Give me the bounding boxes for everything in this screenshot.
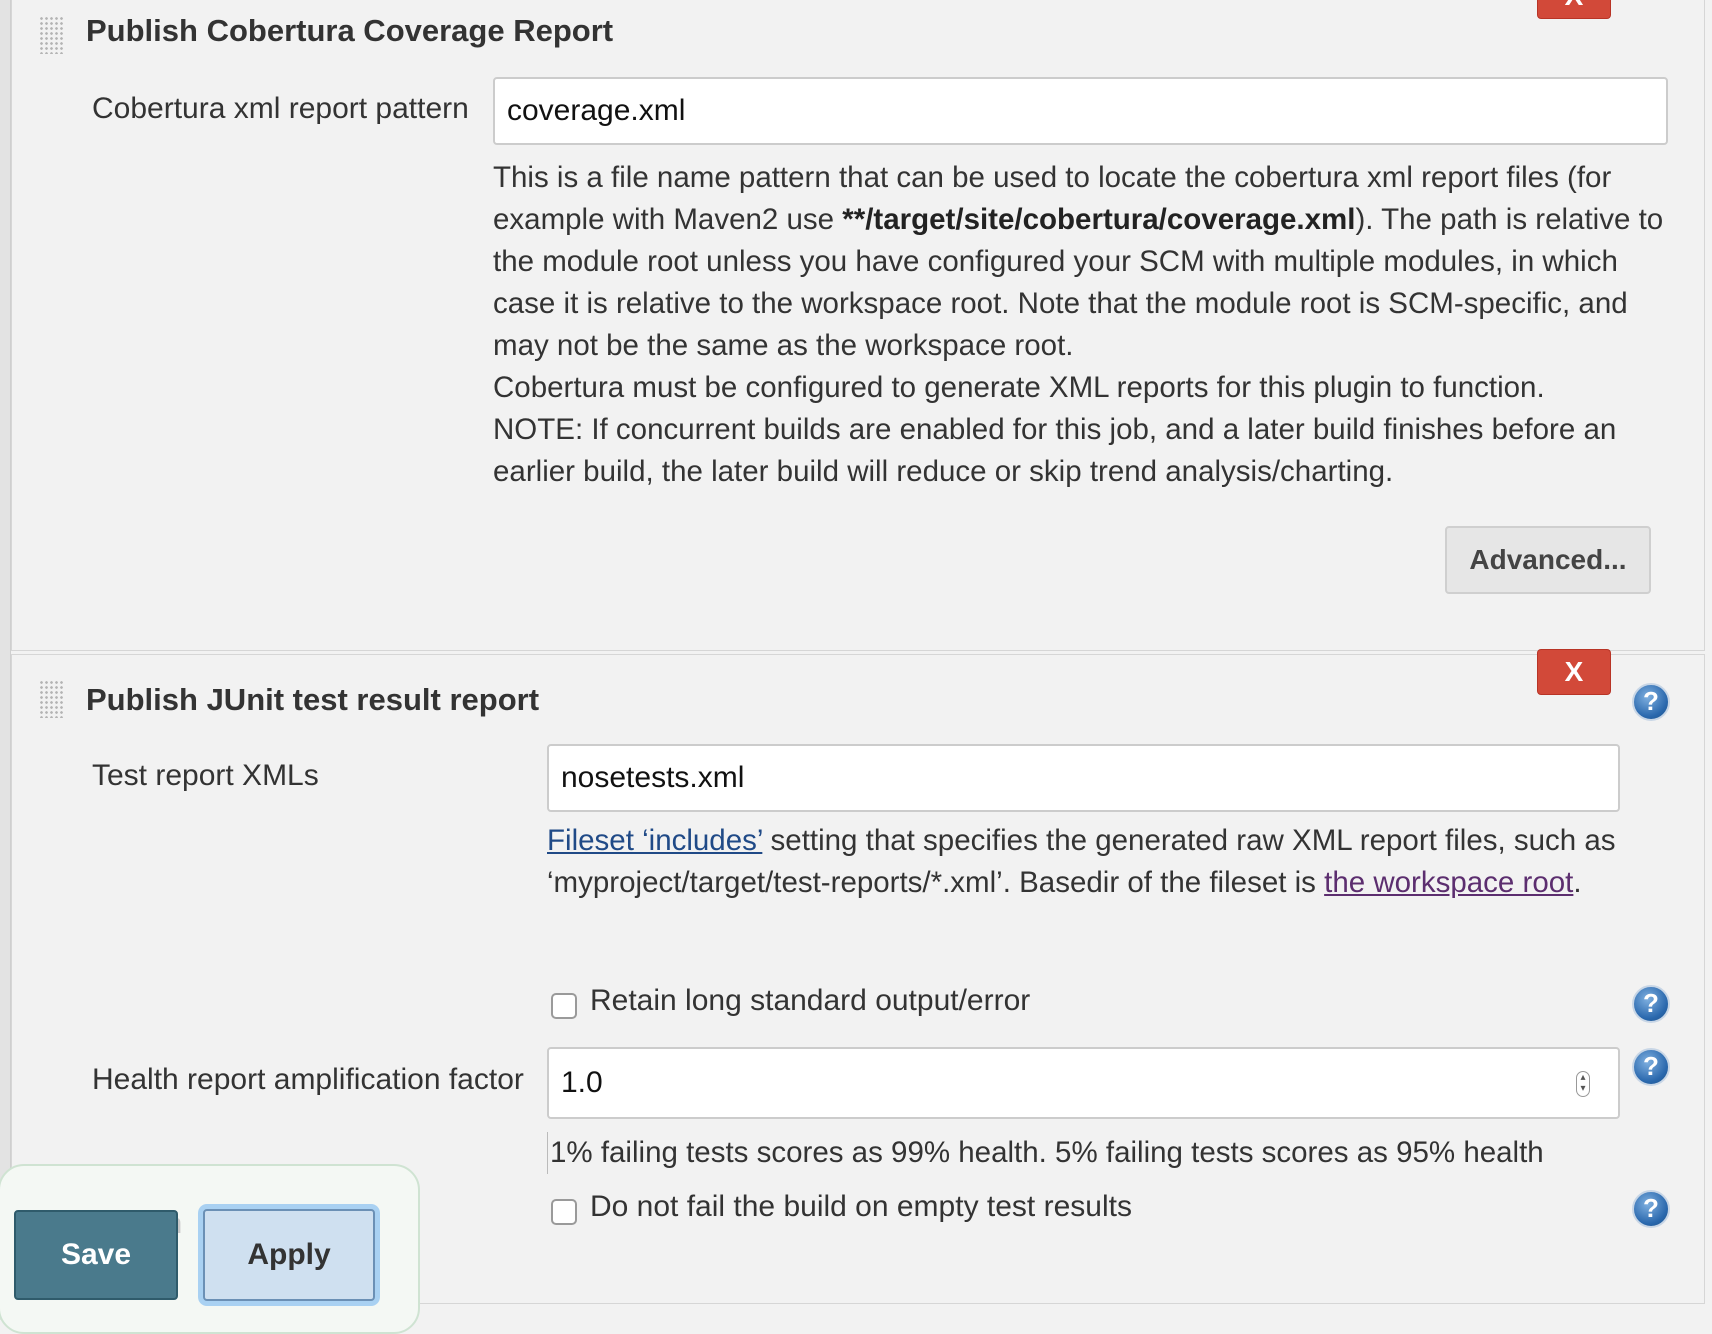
number-spinner-icon[interactable]: ▴ ▾ — [1576, 1071, 1590, 1097]
workspace-root-link[interactable]: the workspace root — [1324, 866, 1573, 899]
health-factor-label: Health report amplification factor — [92, 1063, 524, 1096]
desc-bold-path: **/target/site/cobertura/coverage.xml — [842, 203, 1356, 236]
retain-output-checkbox[interactable] — [551, 993, 577, 1019]
help-icon[interactable]: ? — [1632, 985, 1670, 1023]
help-icon[interactable]: ? — [1632, 1048, 1670, 1086]
retain-output-label: Retain long standard output/error — [590, 984, 1031, 1017]
delete-button[interactable]: X — [1537, 649, 1611, 695]
test-report-label: Test report XMLs — [92, 759, 319, 792]
desc-text: . — [1573, 866, 1582, 899]
pattern-value: coverage.xml — [507, 94, 686, 127]
health-factor-input[interactable]: 1.0 — [547, 1047, 1620, 1119]
pattern-help-text: This is a file name pattern that can be … — [493, 157, 1673, 493]
drag-handle-icon[interactable] — [39, 680, 65, 718]
health-factor-help-text: 1% failing tests scores as 99% health. 5… — [547, 1132, 1670, 1174]
desc-text: Cobertura must be configured to generate… — [493, 371, 1545, 404]
save-button[interactable]: Save — [14, 1210, 178, 1300]
help-icon[interactable]: ? — [1632, 683, 1670, 721]
advanced-button[interactable]: Advanced... — [1445, 526, 1651, 594]
test-report-value: nosetests.xml — [561, 761, 745, 794]
apply-button[interactable]: Apply — [203, 1209, 375, 1301]
delete-button[interactable]: X — [1537, 0, 1611, 19]
health-factor-value: 1.0 — [561, 1066, 603, 1099]
left-border — [0, 0, 11, 1320]
drag-handle-icon[interactable] — [39, 16, 65, 54]
fileset-help-text: Fileset ‘includes’ setting that specifie… — [547, 820, 1637, 904]
section-title: Publish JUnit test result report — [86, 682, 540, 717]
empty-results-label: Do not fail the build on empty test resu… — [590, 1190, 1132, 1223]
help-icon[interactable]: ? — [1632, 1190, 1670, 1228]
empty-results-checkbox[interactable] — [551, 1199, 577, 1225]
cobertura-section: Publish Cobertura Coverage Report X Cobe… — [11, 0, 1705, 651]
pattern-label: Cobertura xml report pattern — [92, 92, 469, 125]
section-title: Publish Cobertura Coverage Report — [86, 13, 614, 48]
test-report-input[interactable]: nosetests.xml — [547, 744, 1620, 812]
pattern-input[interactable]: coverage.xml — [493, 77, 1668, 145]
fileset-link[interactable]: Fileset ‘includes’ — [547, 824, 762, 857]
desc-text: NOTE: If concurrent builds are enabled f… — [493, 413, 1617, 488]
